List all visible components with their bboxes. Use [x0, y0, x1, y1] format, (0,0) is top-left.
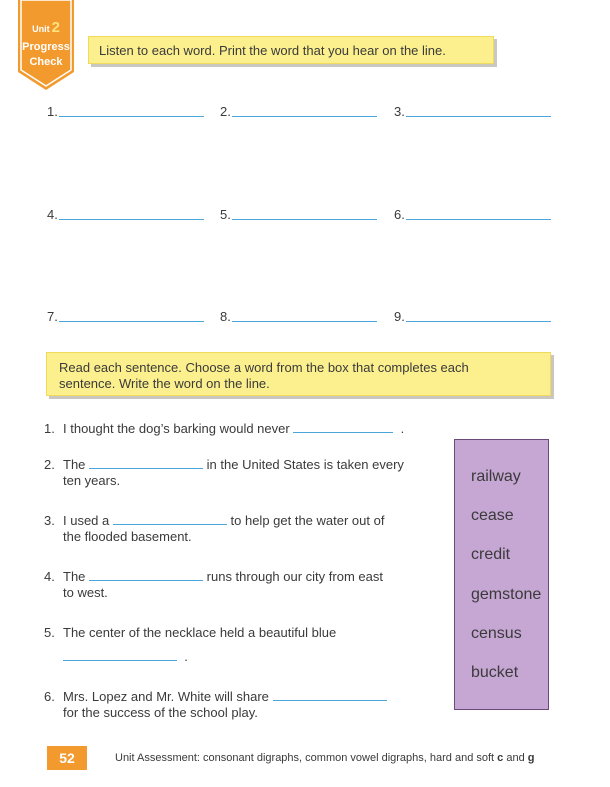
instruction-read-line2: sentence. Write the word on the line. — [59, 376, 270, 391]
sentence-2-blank[interactable] — [89, 457, 204, 469]
badge-progress: Progress — [22, 41, 70, 53]
answer-line-9[interactable]: 9. — [394, 306, 551, 324]
word-box-item: credit — [471, 546, 511, 563]
badge-unit: Unit 2 — [32, 19, 60, 36]
sentence-3-blank[interactable] — [112, 513, 227, 525]
sentence-6-blank[interactable] — [272, 689, 387, 701]
answer-line-3[interactable]: 3. — [394, 101, 551, 119]
sentence-5-blank[interactable] — [63, 649, 177, 661]
word-box-item: census — [471, 625, 522, 642]
sentence-1-blank[interactable] — [293, 421, 394, 433]
instruction-read-line1: Read each sentence. Choose a word from t… — [59, 360, 469, 375]
answer-line-7[interactable]: 7. — [47, 306, 204, 324]
word-box-item: bucket — [471, 664, 519, 681]
answer-line-4[interactable]: 4. — [47, 204, 204, 222]
badge-check: Check — [29, 56, 63, 68]
answer-line-2[interactable]: 2. — [220, 101, 377, 119]
word-box: railway cease credit gemstone census buc… — [454, 439, 549, 710]
instruction-listen: Listen to each word. Print the word that… — [88, 36, 494, 64]
word-box-item: railway — [471, 468, 521, 485]
answer-line-6[interactable]: 6. — [394, 204, 551, 222]
word-box-item: cease — [471, 507, 514, 524]
instruction-read: Read each sentence. Choose a word from t… — [46, 352, 551, 396]
word-box-item: gemstone — [471, 586, 542, 603]
sentence-4-blank[interactable] — [89, 569, 204, 581]
unit-badge: Unit 2 Progress Check — [18, 0, 74, 90]
page-number: 52 — [47, 746, 87, 770]
answer-line-5[interactable]: 5. — [220, 204, 377, 222]
footer-text: Unit Assessment: consonant digraphs, com… — [115, 752, 535, 764]
answer-line-1[interactable]: 1. — [47, 101, 204, 119]
answer-line-8[interactable]: 8. — [220, 306, 377, 324]
